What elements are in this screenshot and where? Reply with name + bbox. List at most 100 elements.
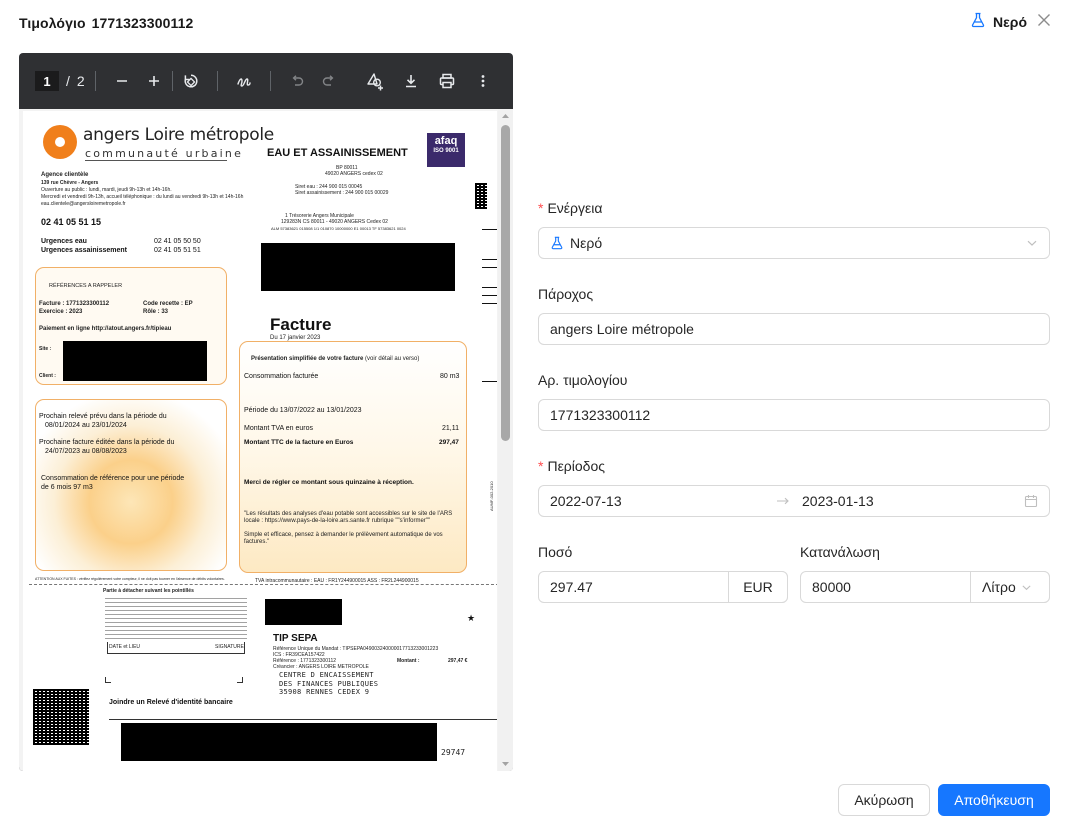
- modal-title-number: 1771323300112: [91, 15, 194, 31]
- provider-input[interactable]: angers Loire métropole: [538, 313, 1050, 345]
- flask-icon: [970, 12, 986, 31]
- add-shape-button[interactable]: [359, 65, 391, 97]
- invoice-number-input[interactable]: 1771323300112: [538, 399, 1050, 431]
- pdf-scrollbar[interactable]: [498, 109, 513, 771]
- ref-role: Rôle : 33: [143, 309, 169, 315]
- ttc-label: Montant TTC de la facture en Euros: [244, 439, 354, 446]
- modal-title-prefix: Τιμολόγιο: [19, 15, 86, 31]
- attention-text: ATTENTION AUX FUITES : vérifiez régulièr…: [35, 577, 225, 581]
- invoice-brand-sub: communauté urbaine: [85, 147, 244, 160]
- period-range-picker[interactable]: 2022-07-13 2023-01-13: [538, 485, 1050, 517]
- more-vertical-icon: [481, 75, 485, 87]
- periode-line: Période du 13/07/2022 au 13/01/2023: [244, 407, 362, 414]
- agency-title: Agence clientèle: [41, 172, 89, 178]
- releve-line-1: Prochain relevé prévu dans la période du: [39, 413, 167, 420]
- amount-input[interactable]: 297.47 EUR: [538, 571, 788, 603]
- invoice-page: angers Loire métropole communauté urbain…: [23, 111, 497, 771]
- consumption-label: Κατανάλωση: [800, 544, 880, 560]
- consumption-input[interactable]: 80000 Λίτρο: [800, 571, 1050, 603]
- ref-facture: Facture : 1771323300112: [39, 301, 110, 307]
- urgences-assain-label: Urgences assainissement: [41, 247, 127, 254]
- printer-icon: [439, 73, 455, 89]
- conso-value: 80 m3: [440, 373, 460, 380]
- ttc-value: 297,47: [439, 439, 459, 446]
- undo-button[interactable]: [281, 65, 313, 97]
- plus-icon: [148, 76, 159, 86]
- invoice-number-label: Αρ. τιμολογίου: [538, 372, 628, 388]
- bottom-number: 29747: [441, 748, 466, 757]
- siret-assainissement: Siret assainissement : 244 900 015 00029: [295, 190, 389, 196]
- redo-button[interactable]: [313, 65, 345, 97]
- releve-line-2: 08/01/2024 au 23/01/2024: [45, 422, 127, 429]
- conso-ref-line-2: de 6 mois 97 m3: [41, 484, 93, 491]
- alm-code: ALM 57383621 015508 1/1 010870 10000000 …: [271, 226, 406, 231]
- urgences-eau-phone: 02 41 05 50 50: [154, 238, 201, 245]
- toolbar-divider: [216, 71, 218, 91]
- agency-address: 139 rue Chèvre - Angers: [41, 180, 99, 186]
- zoom-in-button[interactable]: [138, 65, 170, 97]
- energy-label: * Ενέργεια: [538, 200, 603, 216]
- rib-text: Joindre un Relevé d'identité bancaire: [109, 699, 233, 706]
- pdf-scrollbar-thumb[interactable]: [501, 125, 510, 441]
- redacted-address: [261, 243, 455, 291]
- tip-creancier: Créancier : ANGERS LOIRE METROPOLE: [273, 664, 369, 670]
- save-button[interactable]: Αποθήκευση: [938, 784, 1050, 816]
- conso-ref-line-1: Consommation de référence pour une pério…: [41, 475, 185, 482]
- conso-label: Consommation facturée: [244, 373, 319, 380]
- cancel-button[interactable]: Ακύρωση: [838, 784, 930, 816]
- print-button[interactable]: [431, 65, 463, 97]
- redacted-client: [63, 341, 207, 381]
- agency-phone: 02 41 05 51 15: [41, 217, 102, 227]
- pdf-viewer: 1 / 2 angers Loire métropole communauté …: [19, 53, 513, 771]
- tva-value: 21,11: [442, 425, 459, 432]
- pdf-page-area[interactable]: angers Loire métropole communauté urbain…: [19, 109, 513, 771]
- urgences-assain-phone: 02 41 05 51 51: [154, 247, 201, 254]
- period-start-input[interactable]: 2022-07-13: [550, 493, 776, 509]
- facture-heading: Facture: [270, 315, 332, 334]
- more-options-button[interactable]: [467, 65, 499, 97]
- currency-addon: EUR: [728, 571, 788, 603]
- ars-text: "Les résultats des analyses d'eau potabl…: [244, 511, 453, 524]
- scroll-up-icon: [502, 114, 509, 118]
- rotate-button[interactable]: [175, 65, 207, 97]
- small-barcode: [475, 183, 487, 209]
- rotate-icon: [184, 74, 198, 88]
- tresorerie-2: 129283N CS 80011 - 49020 ANGERS Cedex 02: [281, 219, 388, 225]
- minus-icon: [116, 80, 127, 82]
- prelevement-text: Simple et efficace, pensez à demander le…: [244, 532, 443, 545]
- page-total: 2: [76, 73, 85, 89]
- calendar-icon: [1024, 494, 1038, 508]
- side-code: AUMF-002-2010: [489, 481, 494, 511]
- agency-hours-1: Ouverture au public : lundi, mardi, jeud…: [41, 187, 172, 193]
- amount-label: Ποσό: [538, 544, 573, 560]
- pdf-toolbar: 1 / 2: [19, 53, 513, 109]
- ref-site: Site :: [39, 346, 52, 352]
- page-separator: /: [66, 73, 70, 89]
- close-icon[interactable]: [1035, 11, 1053, 29]
- brand-logo-icon: [43, 125, 77, 159]
- toolbar-divider: [94, 71, 96, 91]
- ref-exercice: Exercice : 2023: [39, 309, 83, 315]
- afaq-logo: afaq ISO 9001: [427, 133, 465, 167]
- provider-input-value: angers Loire métropole: [550, 321, 694, 337]
- invoice-service-title: EAU ET ASSAINISSEMENT: [267, 147, 408, 159]
- download-button[interactable]: [395, 65, 427, 97]
- annotate-button[interactable]: [228, 65, 260, 97]
- scroll-down-icon: [502, 762, 509, 766]
- header-energy-label: Νερό: [993, 13, 1027, 30]
- arrow-right-icon: [776, 495, 790, 507]
- unit-select[interactable]: Λίτρο: [970, 571, 1050, 603]
- ref-client: Client :: [39, 373, 56, 379]
- zoom-out-button[interactable]: [106, 65, 138, 97]
- invoice-number-value: 1771323300112: [550, 407, 651, 423]
- invoice-modal: Τιμολόγιο 1771323300112 Νερό 1 / 2 anger…: [0, 0, 1071, 834]
- ref-code: Code recette : EP: [143, 301, 193, 307]
- toolbar-divider: [171, 71, 173, 91]
- unit-select-value: Λίτρο: [982, 579, 1016, 595]
- star-mark: ★: [467, 613, 476, 623]
- ref-paiement: Paiement en ligne http://atout.angers.fr…: [39, 326, 172, 332]
- energy-select[interactable]: Νερό: [538, 227, 1050, 259]
- page-number-input[interactable]: 1: [35, 71, 59, 91]
- modal-title: Τιμολόγιο 1771323300112: [19, 15, 193, 31]
- period-end-input[interactable]: 2023-01-13: [802, 493, 874, 509]
